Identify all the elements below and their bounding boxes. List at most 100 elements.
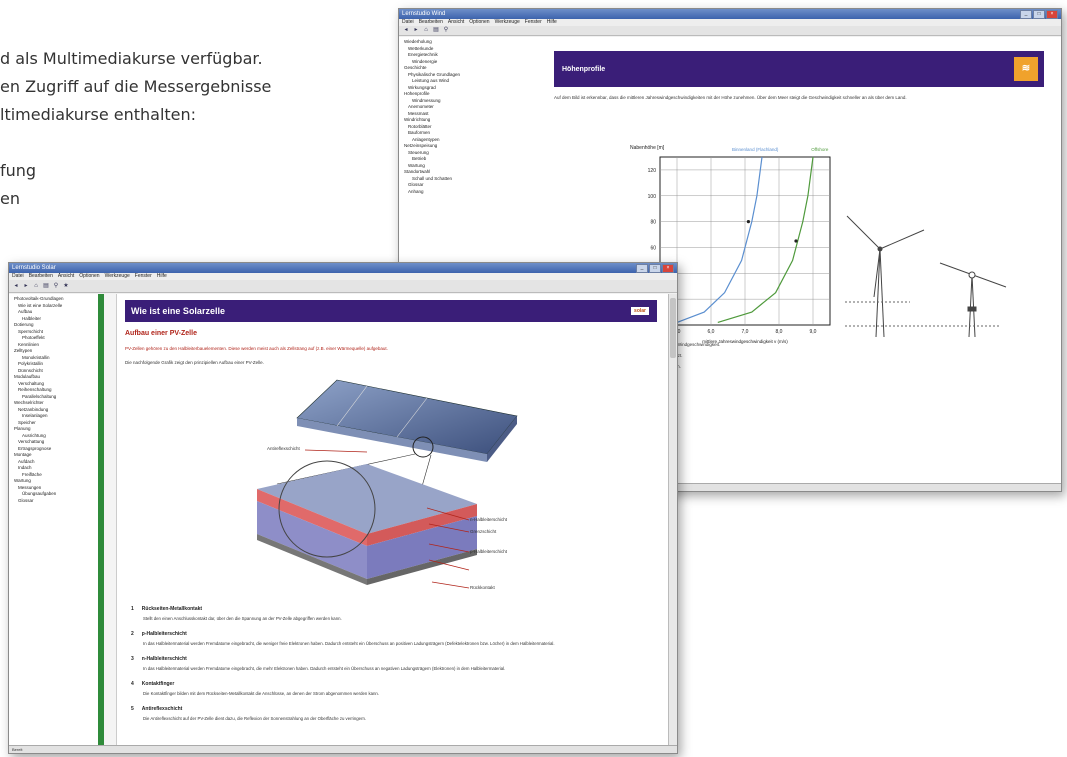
maximize-button[interactable]: □ [649, 263, 661, 273]
back-icon[interactable]: ◂ [402, 27, 410, 34]
menu-bar: Datei Bearbeiten Ansicht Optionen Werkze… [9, 273, 677, 280]
list-item-text: In das Halbleitermaterial werden Fremdat… [143, 641, 555, 646]
list-item-number: 3 [131, 656, 134, 662]
list-item-heading: Rückseiten-Metallkontakt [141, 606, 203, 612]
menu-item[interactable]: Hilfe [547, 19, 557, 26]
tree-item[interactable]: Glossar [12, 498, 100, 505]
menu-item[interactable]: Fenster [525, 19, 542, 26]
legend-label: Binnenland (Flachland) [732, 147, 779, 152]
wind-logo-icon: ≋ [1014, 57, 1038, 81]
menu-bar: Datei Bearbeiten Ansicht Optionen Werkze… [399, 19, 1061, 26]
tree-item[interactable]: Anhang [402, 189, 542, 196]
list-item-text: Die Kontaktfinger bilden mit dem Rücksei… [143, 691, 379, 696]
legend-label: Offshore [811, 147, 829, 152]
minimize-button[interactable]: _ [1020, 9, 1032, 19]
content-pane: Wie ist eine Solarzelle solar Aufbau ein… [117, 294, 669, 745]
menu-item[interactable]: Datei [12, 273, 24, 280]
intro-text: Auf dem Bild ist erkennbar, dass die mit… [554, 95, 907, 100]
bookmark-icon[interactable]: ★ [62, 283, 70, 290]
list-item-heading: p-Halbleiterschicht [141, 631, 187, 637]
label-p-layer: p-Halbleiterschicht [470, 549, 508, 554]
menu-item[interactable]: Bearbeiten [29, 273, 53, 280]
x-tick-label: 6,0 [708, 329, 715, 335]
brochure-line: ltimediakurse enthalten: [0, 105, 197, 124]
maximize-button[interactable]: □ [1033, 9, 1045, 19]
list-item-title: 4 Kontaktfinger [131, 681, 651, 687]
menu-item[interactable]: Optionen [469, 19, 489, 26]
menu-item[interactable]: Werkzeuge [495, 19, 520, 26]
menu-item[interactable]: Bearbeiten [419, 19, 443, 26]
menu-item[interactable]: Hilfe [157, 273, 167, 280]
menu-item[interactable]: Fenster [135, 273, 152, 280]
forward-icon[interactable]: ▸ [22, 283, 30, 290]
chart-grid [659, 156, 831, 326]
list-item-title: 5 Antireflexschicht [131, 706, 651, 712]
vertical-scrollbar[interactable] [668, 294, 677, 745]
toolbar: ◂ ▸ ⌂ ▤ ⚲ [399, 26, 1061, 36]
pv-cell-diagram [257, 379, 518, 589]
brochure-line: en Zugriff auf die Messergebnisse [0, 77, 272, 96]
title-bar: Lernstudio Solar _ □ × [9, 263, 677, 273]
list-item-heading: n-Halbleiterschicht [141, 656, 187, 662]
menu-item[interactable]: Optionen [79, 273, 99, 280]
page-header: Wie ist eine Solarzelle solar [125, 300, 657, 322]
y-tick-label: 120 [648, 168, 657, 174]
list-item-title: 2 p-Halbleiterschicht [131, 631, 651, 637]
brochure-line: en [0, 189, 20, 208]
wind-turbine-large-icon [846, 215, 925, 338]
component-list: 1 Rückseiten-Metallkontakt Stellt den eine… [131, 606, 651, 731]
list-item-text: Die Antireflexschicht auf der PV-Zelle d… [143, 716, 367, 721]
status-bar: Bereit [9, 745, 677, 753]
page-title: Höhenprofile [562, 65, 606, 73]
data-point [794, 239, 798, 243]
list-item-heading: Antireflexschicht [141, 706, 183, 712]
list-item-number: 2 [131, 631, 134, 637]
x-tick-label: 8,0 [776, 329, 783, 335]
label-antireflex: Antireflexschicht [267, 446, 300, 451]
home-icon[interactable]: ⌂ [32, 283, 40, 290]
y-tick-label: 60 [650, 245, 656, 251]
menu-item[interactable]: Werkzeuge [105, 273, 130, 280]
list-item-number: 5 [131, 706, 134, 712]
y-tick-label: 100 [648, 194, 657, 200]
toolbar: ◂ ▸ ⌂ ▤ ⚲ ★ [9, 280, 677, 293]
list-item-number: 4 [131, 681, 134, 687]
list-item: 1 Rückseiten-Metallkontakt Stellt den eine… [131, 606, 651, 622]
list-item: 5 Antireflexschicht Die Antireflexschicht … [131, 706, 651, 722]
menu-item[interactable]: Datei [402, 19, 414, 26]
search-icon[interactable]: ⚲ [442, 27, 450, 34]
label-grenzschicht: Grenzschicht [470, 529, 497, 534]
label-n-layer: n-Halbleiterschicht [470, 517, 508, 522]
turbine-thumbnail-icon [1060, 432, 1061, 482]
forward-icon[interactable]: ▸ [412, 27, 420, 34]
home-icon[interactable]: ⌂ [422, 27, 430, 34]
print-icon[interactable]: ▤ [42, 283, 50, 290]
minimize-button[interactable]: _ [636, 263, 648, 273]
list-item: 4 Kontaktfinger Die Kontaktfinger bilden m… [131, 681, 651, 697]
list-item-text: Stellt den einen Anschlusskontakt dar, ü… [143, 616, 342, 621]
print-icon[interactable]: ▤ [432, 27, 440, 34]
page-marker-column [104, 294, 117, 745]
data-point [746, 220, 750, 224]
intro-red-text: PV-Zellen gehören zu den Halbleiterbauel… [125, 346, 388, 351]
page-title: Wie ist eine Solarzelle [131, 306, 225, 316]
menu-item[interactable]: Ansicht [448, 19, 464, 26]
y-tick-label: 80 [650, 220, 656, 226]
brochure-line: fung [0, 161, 37, 180]
solar-logo-icon: solar [631, 307, 649, 315]
list-item-title: 1 Rückseiten-Metallkontakt [131, 606, 651, 612]
solar-course-window: Lernstudio Solar _ □ × Datei Bearbeiten … [8, 262, 678, 754]
list-item-number: 1 [131, 606, 134, 612]
menu-item[interactable]: Ansicht [58, 273, 74, 280]
scrollbar-thumb[interactable] [670, 298, 676, 358]
x-tick-label: 9,0 [810, 329, 817, 335]
section-title: Aufbau einer PV-Zelle [125, 330, 197, 337]
back-icon[interactable]: ◂ [12, 283, 20, 290]
label-rueckkontakt: Rückkontakt [470, 585, 495, 590]
close-button[interactable]: × [1046, 9, 1058, 19]
search-icon[interactable]: ⚲ [52, 283, 60, 290]
close-button[interactable]: × [662, 263, 674, 273]
list-item-title: 3 n-Halbleiterschicht [131, 656, 651, 662]
brochure-line: d als Multimediakurse verfügbar. [0, 49, 263, 68]
window-title: Lernstudio Wind [402, 11, 446, 17]
